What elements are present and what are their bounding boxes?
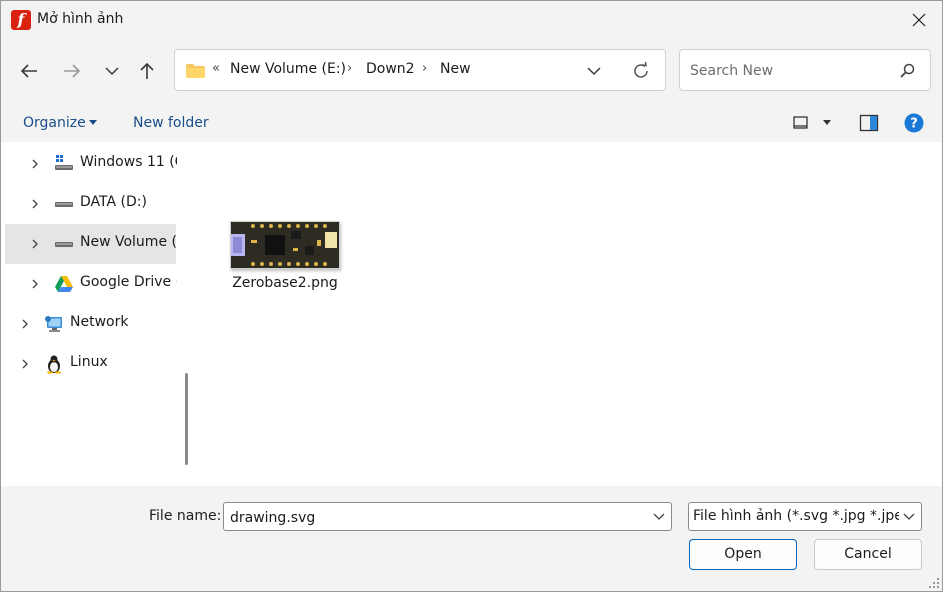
arrow-left-icon (20, 64, 37, 78)
breadcrumb-down2[interactable]: Down2 (366, 61, 415, 77)
window-title: Mở hình ảnh (37, 11, 124, 27)
chevron-right-icon[interactable] (29, 197, 41, 211)
svg-text:?: ? (910, 117, 918, 132)
command-bar: Organize New folder ? (1, 104, 942, 142)
breadcrumb-new[interactable]: New (440, 61, 471, 77)
tree-item-label: Google Drive ( (80, 274, 177, 290)
view-options-caret-icon[interactable] (823, 120, 831, 125)
navigation-pane[interactable]: Windows 11 (C DATA (D:) New Volume (E Go… (1, 142, 177, 486)
tree-item-label: New Volume (E (80, 234, 177, 250)
file-name-combobox[interactable] (223, 502, 672, 531)
chevron-right-icon[interactable] (29, 277, 41, 291)
search-input[interactable] (688, 60, 882, 82)
search-icon[interactable] (898, 62, 916, 80)
navigation-scrollbar[interactable] (177, 142, 195, 486)
up-button[interactable] (131, 53, 163, 89)
breadcrumb-separator[interactable]: › (422, 61, 427, 76)
chevron-right-icon[interactable] (29, 237, 41, 251)
drive-icon (55, 202, 73, 207)
organize-button[interactable]: Organize (23, 115, 86, 131)
tree-item-data[interactable]: DATA (D:) (5, 184, 176, 224)
chevron-down-icon[interactable] (583, 62, 605, 80)
open-image-dialog: f Mở hình ảnh « New Volume (E:) › Down2 … (0, 0, 943, 592)
chevron-right-icon[interactable] (29, 157, 41, 171)
back-button[interactable] (13, 53, 45, 89)
tree-item-linux[interactable]: Linux (5, 344, 176, 384)
drive-icon (55, 242, 73, 247)
file-name-label: Zerobase2.png (232, 275, 338, 291)
tree-item-windows-11[interactable]: Windows 11 (C (5, 144, 177, 184)
chevron-right-icon[interactable] (19, 357, 31, 371)
resize-grip-icon[interactable] (928, 577, 940, 589)
tree-item-label: DATA (D:) (80, 194, 147, 210)
content-area: Windows 11 (C DATA (D:) New Volume (E Go… (1, 142, 942, 486)
forward-button[interactable] (56, 53, 88, 89)
tree-item-new-volume[interactable]: New Volume (E (5, 224, 177, 264)
breadcrumb-new-volume[interactable]: New Volume (E:) (230, 61, 346, 77)
tree-item-label: Network (70, 314, 129, 330)
cancel-button[interactable]: Cancel (814, 539, 922, 570)
close-button[interactable] (896, 1, 942, 39)
recent-locations-button[interactable] (96, 53, 128, 89)
new-folder-button[interactable]: New folder (133, 115, 209, 131)
close-icon (912, 13, 926, 27)
file-type-select[interactable]: File hình ảnh (*.svg *.jpg *.jpeg * (688, 502, 922, 531)
chevron-right-icon[interactable] (19, 317, 31, 331)
search-box[interactable] (679, 49, 931, 91)
organize-caret-icon[interactable] (89, 120, 97, 125)
chevron-down-icon[interactable] (653, 512, 665, 522)
tree-item-label: Linux (70, 354, 108, 370)
scrollbar-thumb[interactable] (185, 373, 188, 465)
image-thumbnail (230, 221, 340, 269)
windows-drive-icon (55, 155, 73, 170)
file-name-input[interactable] (228, 507, 632, 528)
google-drive-icon (55, 276, 73, 292)
tree-item-label: Windows 11 (C (80, 154, 177, 170)
linux-icon (47, 355, 61, 374)
preview-pane-icon[interactable] (859, 113, 879, 133)
breadcrumb-overflow[interactable]: « (212, 61, 220, 76)
network-icon (45, 316, 62, 332)
chevron-down-icon[interactable] (903, 512, 915, 522)
folder-icon (186, 64, 205, 78)
address-bar[interactable]: « New Volume (E:) › Down2 › New (174, 49, 666, 91)
chevron-down-icon (105, 67, 119, 76)
file-type-value: File hình ảnh (*.svg *.jpg *.jpeg * (693, 508, 899, 524)
arrow-up-icon (140, 62, 154, 79)
file-name-caption: File name: (149, 508, 222, 524)
tree-item-google-drive[interactable]: Google Drive ( (5, 264, 177, 304)
file-list-pane[interactable]: Zerobase2.png (197, 142, 942, 486)
file-item[interactable]: Zerobase2.png (223, 213, 347, 303)
refresh-icon[interactable] (630, 60, 652, 82)
tree-item-network[interactable]: Network (5, 304, 176, 344)
arrow-right-icon (64, 64, 81, 78)
help-icon[interactable]: ? (904, 113, 924, 133)
breadcrumb-separator[interactable]: › (347, 61, 352, 76)
app-icon: f (11, 10, 31, 30)
view-icon[interactable] (791, 113, 811, 133)
title-bar: f Mở hình ảnh (1, 1, 942, 39)
open-button[interactable]: Open (689, 539, 797, 570)
